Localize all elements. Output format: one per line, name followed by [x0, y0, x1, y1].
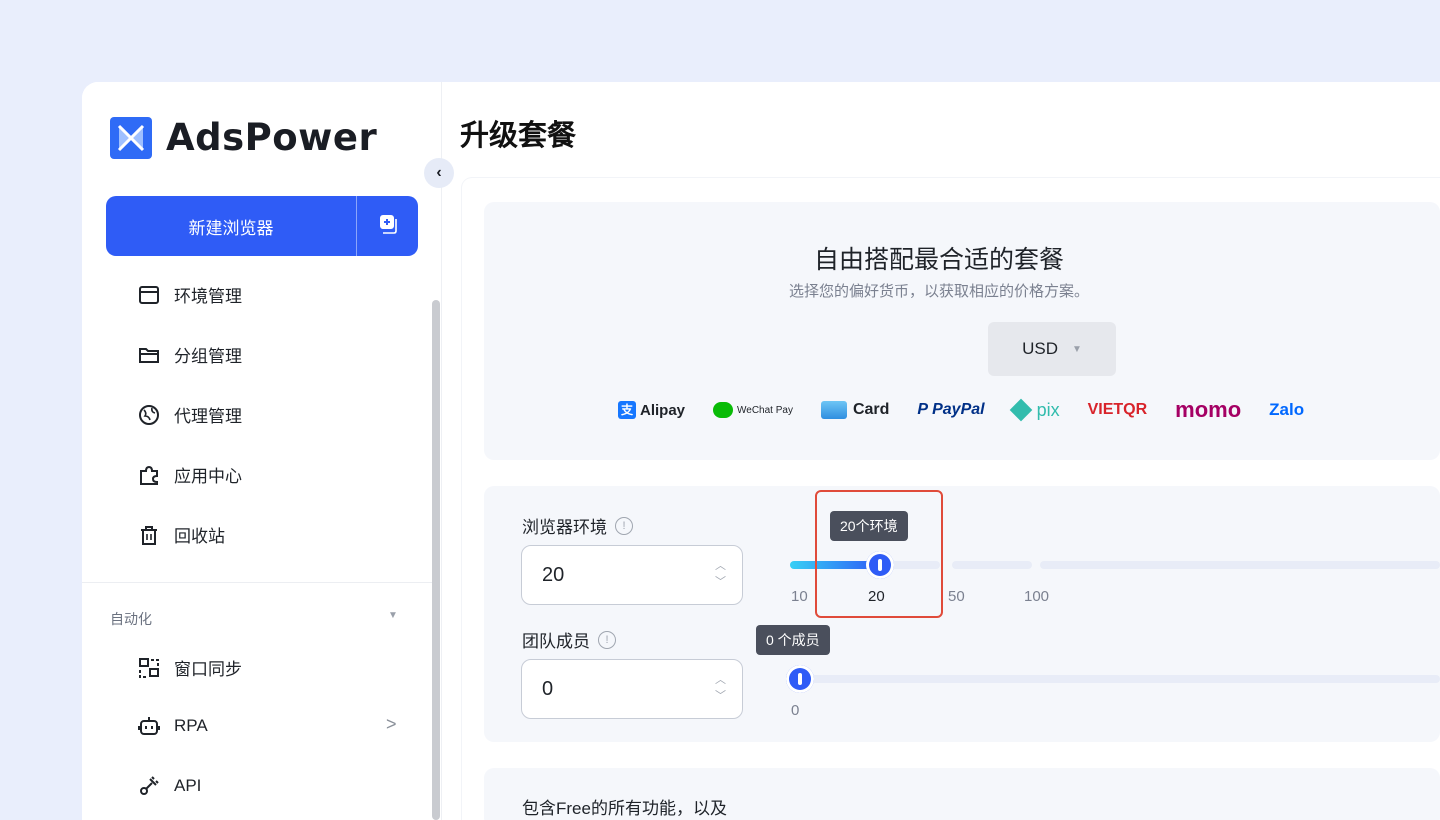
robot-icon	[138, 715, 160, 737]
caret-down-icon[interactable]: ▼	[388, 610, 398, 621]
highlight-box	[815, 490, 943, 618]
trash-icon	[138, 524, 160, 546]
stepper-arrows-icon[interactable]: ︿ ﹀	[715, 558, 726, 590]
puzzle-icon	[138, 464, 160, 486]
browsers-tick[interactable]: 10	[791, 588, 808, 605]
info-icon[interactable]: !	[615, 516, 633, 535]
plan-subheading: 选择您的偏好货币，以获取相应的价格方案。	[788, 283, 1089, 300]
sidebar-item-label: 窗口同步	[174, 660, 242, 679]
currency-value: USD	[1022, 339, 1058, 358]
sidebar: AdsPower 新建浏览器 环境管理 分组管理 代理管理 应用中心 回收站 自…	[82, 82, 442, 820]
members-slider-track[interactable]	[796, 675, 1440, 683]
new-browser-label[interactable]: 新建浏览器	[106, 196, 356, 256]
members-input[interactable]: 0 ︿ ﹀	[521, 659, 743, 719]
chevron-right-icon[interactable]: >	[386, 714, 397, 735]
currency-select[interactable]: USD ▼	[988, 322, 1116, 376]
sidebar-item-api[interactable]: API	[138, 775, 201, 797]
brand-name: AdsPower	[166, 116, 378, 159]
paypal-logo: P PayPal	[917, 401, 985, 418]
sidebar-item-label: RPA	[174, 716, 208, 735]
sidebar-item-label: 分组管理	[174, 347, 242, 366]
paypal-icon: P	[917, 401, 929, 418]
info-icon[interactable]: !	[598, 630, 616, 649]
sidebar-scrollbar[interactable]	[432, 300, 440, 820]
sidebar-item-apps[interactable]: 应用中心	[138, 462, 242, 487]
members-tick[interactable]: 0	[791, 702, 799, 719]
features-title: 包含Free的所有功能，以及	[522, 799, 727, 818]
sidebar-item-label: 代理管理	[174, 407, 242, 426]
browsers-tick[interactable]: 100	[1024, 588, 1049, 605]
sidebar-item-label: 环境管理	[174, 287, 242, 306]
sidebar-item-label: API	[174, 776, 202, 795]
momo-logo: momo	[1175, 397, 1242, 422]
wechat-icon	[713, 402, 734, 418]
browsers-slider-track-3[interactable]	[1040, 561, 1440, 569]
globe-icon	[138, 404, 160, 426]
pix-icon	[1009, 398, 1032, 422]
alipay-logo: 支 Alipay	[618, 401, 685, 419]
sidebar-item-label: 回收站	[174, 527, 225, 546]
adspower-logo-icon	[110, 116, 152, 159]
section-divider	[82, 582, 432, 583]
collapse-sidebar-button[interactable]: ‹	[424, 158, 454, 188]
browsers-tick[interactable]: 50	[948, 588, 965, 605]
chevron-left-icon: ‹	[436, 164, 442, 181]
vietqr-logo: VIETQR	[1087, 401, 1148, 418]
new-browser-button[interactable]: 新建浏览器	[106, 196, 418, 256]
sidebar-item-sync[interactable]: 窗口同步	[138, 655, 242, 680]
automation-section-title[interactable]: 自动化	[110, 609, 152, 629]
zalo-logo: Zalo	[1269, 400, 1305, 419]
card-logo: Card	[820, 401, 889, 419]
sidebar-item-trash[interactable]: 回收站	[138, 522, 225, 547]
alipay-icon: 支	[618, 401, 636, 419]
browsers-slider-track-2[interactable]	[952, 561, 1032, 569]
members-slider-thumb[interactable]	[786, 665, 814, 693]
window-icon	[138, 284, 160, 306]
page-title: 升级套餐	[460, 120, 577, 152]
card-icon	[820, 401, 847, 419]
logo: AdsPower	[110, 116, 377, 159]
plug-icon	[138, 775, 160, 797]
members-label: 团队成员 !	[522, 627, 616, 652]
plan-heading: 自由搭配最合适的套餐	[813, 246, 1064, 274]
sidebar-item-profiles[interactable]: 环境管理	[138, 282, 242, 307]
wechat-pay-logo: WeChat Pay	[713, 402, 793, 418]
caret-down-icon: ▼	[1072, 343, 1082, 355]
folder-icon	[138, 344, 160, 366]
sidebar-item-rpa[interactable]: RPA	[138, 715, 208, 737]
members-value: 0	[542, 677, 554, 700]
sync-windows-icon	[138, 657, 160, 679]
sidebar-item-label: 应用中心	[174, 467, 242, 486]
currency-card: 自由搭配最合适的套餐 选择您的偏好货币，以获取相应的价格方案。 USD ▼ 支 …	[484, 202, 1440, 460]
browsers-value: 20	[542, 563, 565, 586]
browsers-input[interactable]: 20 ︿ ﹀	[521, 545, 743, 605]
sidebar-item-groups[interactable]: 分组管理	[138, 342, 242, 367]
sidebar-item-proxies[interactable]: 代理管理	[138, 402, 242, 427]
batch-create-button[interactable]	[357, 196, 418, 256]
members-tooltip: 0 个成员	[756, 625, 830, 655]
pix-logo: pix	[1009, 398, 1060, 422]
browsers-label: 浏览器环境 !	[522, 513, 633, 538]
payment-methods: 支 Alipay WeChat Pay Card P PayPal pix VI…	[618, 395, 1332, 425]
stepper-arrows-icon[interactable]: ︿ ﹀	[715, 672, 726, 704]
add-window-icon	[377, 213, 399, 240]
